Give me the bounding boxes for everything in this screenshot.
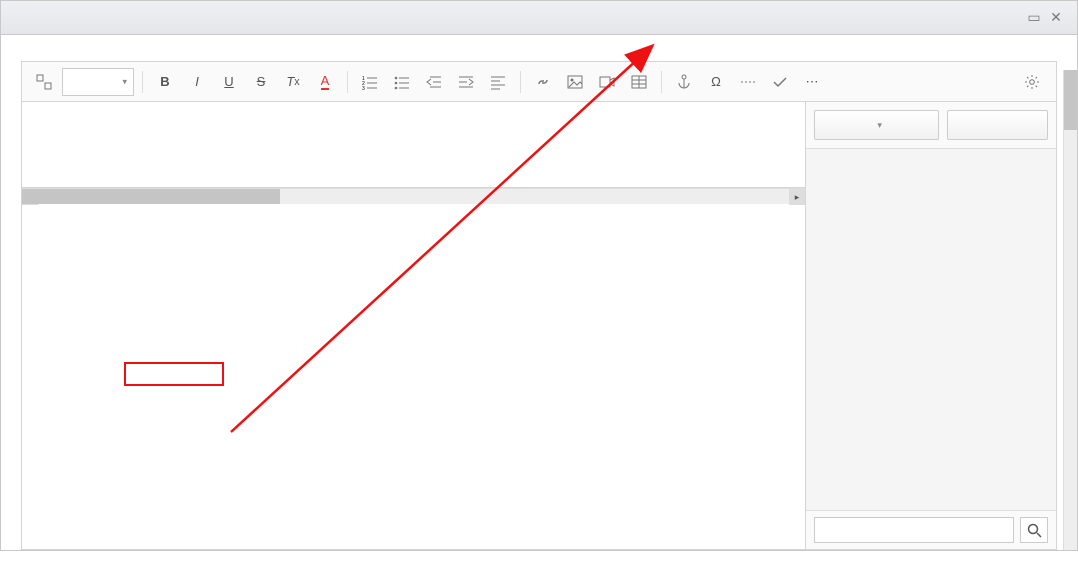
editor-pane: ◂ ▸ (22, 102, 806, 549)
snippets-button[interactable] (947, 110, 1048, 140)
table-icon[interactable] (625, 68, 653, 96)
editor-toolbar: ▾ B I U S Tx A 123 Ω ⋯ (22, 62, 1056, 102)
clear-format-icon[interactable]: Tx (279, 68, 307, 96)
component-search-input[interactable] (814, 517, 1014, 543)
components-button[interactable]: ▾ (814, 110, 939, 140)
side-panel: ▾ (806, 102, 1056, 549)
editor-frame: ▾ B I U S Tx A 123 Ω ⋯ (21, 61, 1057, 550)
css-preview-top (22, 102, 805, 188)
list-ol-icon[interactable]: 123 (356, 68, 384, 96)
spellcheck-icon[interactable] (766, 68, 794, 96)
bold-icon[interactable]: B (151, 68, 179, 96)
search-icon[interactable] (1020, 517, 1048, 543)
vertical-scrollbar[interactable] (1063, 70, 1077, 550)
link-icon[interactable] (529, 68, 557, 96)
separator (142, 71, 143, 93)
separator (661, 71, 662, 93)
maximize-button[interactable]: ▭ (1023, 7, 1045, 29)
chevron-down-icon: ▾ (122, 76, 127, 87)
more-icon[interactable]: ⋯ (798, 68, 826, 96)
horizontal-scrollbar[interactable]: ◂ ▸ (22, 188, 805, 204)
titlebar: ▭ ✕ (1, 1, 1077, 35)
fullscreen-icon[interactable] (30, 68, 58, 96)
vscroll-thumb[interactable] (1064, 70, 1077, 130)
close-button[interactable]: ✕ (1045, 7, 1067, 29)
text-color-icon[interactable]: A (311, 68, 339, 96)
chevron-down-icon: ▾ (877, 120, 882, 131)
highlight-box (124, 362, 224, 386)
strike-icon[interactable]: S (247, 68, 275, 96)
align-icon[interactable] (484, 68, 512, 96)
content-row: ◂ ▸ ▾ (22, 102, 1056, 549)
component-search-row (806, 510, 1056, 549)
scroll-right-icon[interactable]: ▸ (789, 189, 805, 205)
body-area: ▾ B I U S Tx A 123 Ω ⋯ (1, 35, 1077, 550)
hscroll-thumb[interactable] (22, 189, 280, 204)
video-icon[interactable] (593, 68, 621, 96)
symbol-icon[interactable]: Ω (702, 68, 730, 96)
editor-window: ▭ ✕ ▾ B I U S Tx A 123 (0, 0, 1078, 551)
separator (520, 71, 521, 93)
anchor-icon[interactable] (670, 68, 698, 96)
underline-icon[interactable]: U (215, 68, 243, 96)
indent-icon[interactable] (452, 68, 480, 96)
style-select[interactable]: ▾ (62, 68, 134, 96)
outdent-icon[interactable] (420, 68, 448, 96)
gear-icon[interactable] (1018, 68, 1046, 96)
accordion (806, 149, 1056, 510)
code-area[interactable] (22, 204, 805, 549)
list-ul-icon[interactable] (388, 68, 416, 96)
side-top-buttons: ▾ (806, 102, 1056, 149)
italic-icon[interactable]: I (183, 68, 211, 96)
print-break-icon[interactable] (734, 68, 762, 96)
separator (347, 71, 348, 93)
image-icon[interactable] (561, 68, 589, 96)
svg-text:3: 3 (362, 86, 365, 90)
